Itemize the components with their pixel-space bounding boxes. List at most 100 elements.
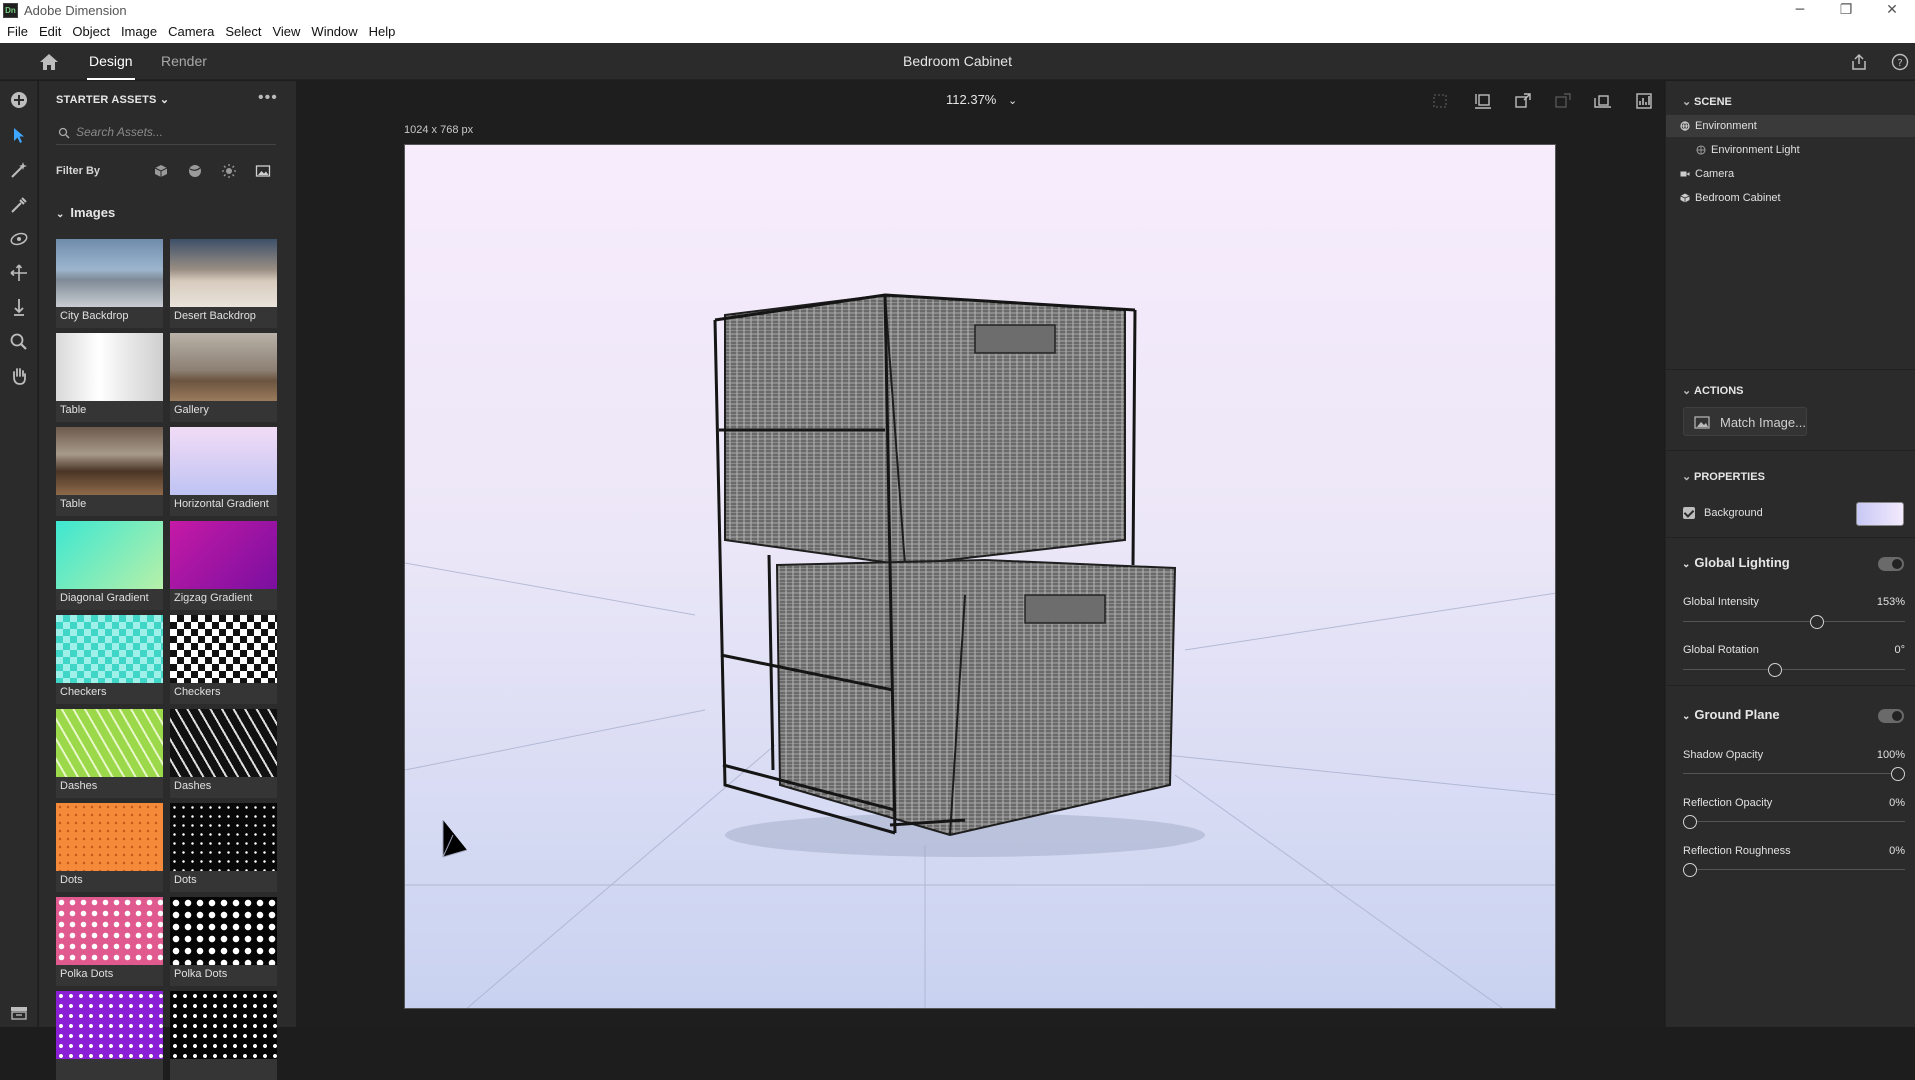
asset-tile[interactable]: Polka Dots [56,897,163,986]
add-icon[interactable] [8,89,30,111]
images-section-header[interactable]: ⌄ Images [56,205,115,220]
more-options-icon[interactable]: ••• [258,89,278,107]
drop-to-ground-icon[interactable] [1472,90,1494,112]
snap-to-ground-icon[interactable] [1592,90,1614,112]
scene-section-header[interactable]: ⌄ SCENE [1682,95,1732,108]
menu-edit[interactable]: Edit [39,22,68,43]
starter-assets-panel: STARTER ASSETS ⌄ ••• Search Assets... Fi… [39,81,331,1080]
menu-camera[interactable]: Camera [168,22,221,43]
asset-tile[interactable]: Gallery [170,333,277,422]
reflection-roughness-slider[interactable] [1683,863,1905,877]
zoom-level: 112.37% [946,92,997,107]
svg-text:?: ? [1897,58,1902,69]
home-icon[interactable] [38,52,60,72]
asset-tile[interactable]: Diagonal Gradient [56,521,163,610]
global-intensity-slider[interactable] [1683,615,1905,629]
menu-help[interactable]: Help [369,22,403,43]
asset-tile[interactable]: Checkers [56,615,163,704]
menu-image[interactable]: Image [121,22,164,43]
sample-tool-icon[interactable] [8,194,30,216]
global-lighting-header[interactable]: ⌄ Global Lighting [1682,555,1790,570]
asset-label: Polka Dots [60,968,114,980]
asset-tile[interactable]: Table [56,333,163,422]
asset-label: Checkers [60,686,107,698]
menu-window[interactable]: Window [311,22,364,43]
properties-section-header[interactable]: ⌄ PROPERTIES [1682,470,1765,483]
chevron-down-icon: ⌄ [1682,96,1692,108]
model-filter-icon[interactable] [153,163,169,179]
asset-tile[interactable] [56,991,163,1080]
close-button[interactable]: ✕ [1869,0,1915,22]
properties-title: PROPERTIES [1694,471,1765,483]
search-assets-field[interactable]: Search Assets... [56,121,276,145]
orbit-tool-icon[interactable] [8,228,30,250]
slider-knob[interactable] [1809,615,1824,629]
share-icon[interactable] [1849,52,1869,72]
scene-item-environment-light[interactable]: Environment Light [1666,139,1915,161]
panel-toggle-icon[interactable] [10,1006,28,1020]
asset-tile[interactable]: Desert Backdrop [170,239,277,328]
match-image-label: Match Image... [1720,415,1806,430]
chevron-down-icon: ⌄ [159,94,170,106]
magic-wand-icon[interactable] [8,159,30,181]
actions-section-header[interactable]: ⌄ ACTIONS [1682,384,1744,397]
shadow-opacity-slider[interactable] [1683,767,1905,781]
ground-plane-toggle[interactable] [1878,709,1904,723]
asset-tile[interactable]: Horizontal Gradient [170,427,277,516]
scene-item-camera[interactable]: Camera [1666,163,1915,185]
asset-tile[interactable]: City Backdrop [56,239,163,328]
minimize-button[interactable]: ─ [1777,0,1823,22]
global-lighting-toggle[interactable] [1878,557,1904,571]
distribute-icon[interactable] [1552,90,1574,112]
slider-knob[interactable] [1891,767,1905,781]
background-checkbox[interactable] [1683,507,1695,519]
scene-item-bedroom-cabinet[interactable]: Bedroom Cabinet [1666,187,1915,209]
menu-view[interactable]: View [272,22,307,43]
asset-tile[interactable]: Zigzag Gradient [170,521,277,610]
asset-tile[interactable]: Polka Dots [170,897,277,986]
asset-thumbnail [170,239,277,307]
scene-viewport[interactable] [404,144,1556,1009]
global-rotation-slider[interactable] [1683,663,1905,677]
asset-tile[interactable]: Dashes [170,709,277,798]
asset-tile[interactable]: Table [56,427,163,516]
background-color-swatch[interactable] [1856,502,1904,526]
reflection-opacity-slider[interactable] [1683,815,1905,829]
pan-camera-icon[interactable] [8,262,30,284]
material-filter-icon[interactable] [187,163,203,179]
asset-label: Table [60,404,87,416]
select-tool-icon[interactable] [8,124,30,146]
menu-select[interactable]: Select [225,22,268,43]
slider-knob[interactable] [1683,815,1697,829]
align-icon[interactable] [1512,90,1534,112]
asset-tile[interactable]: Checkers [170,615,277,704]
slider-knob[interactable] [1683,863,1697,877]
hand-icon[interactable] [8,365,30,387]
match-image-button[interactable]: Match Image... [1683,407,1807,436]
chevron-down-icon: ⌄ [1682,559,1691,570]
asset-tile[interactable]: Dots [170,803,277,892]
scene-item-environment[interactable]: Environment [1666,115,1915,137]
tab-design[interactable]: Design [87,53,135,80]
restore-button[interactable]: ❐ [1823,0,1869,22]
light-filter-icon[interactable] [221,163,237,179]
zoom-icon[interactable] [8,331,30,353]
image-filter-icon[interactable] [255,163,271,179]
asset-tile[interactable]: Dashes [56,709,163,798]
scene-item-label: Camera [1695,168,1735,180]
ground-plane-header[interactable]: ⌄ Ground Plane [1682,707,1780,722]
help-icon[interactable]: ? [1890,52,1910,72]
asset-tile[interactable]: Dots [56,803,163,892]
slider-knob[interactable] [1768,663,1783,677]
asset-tile[interactable] [170,991,277,1080]
asset-thumbnail [56,615,163,683]
asset-thumbnail [170,521,277,589]
frame-selection-icon[interactable] [1429,90,1451,112]
zoom-control[interactable]: 112.37% ⌄ [946,92,1017,107]
dolly-camera-icon[interactable] [8,296,30,318]
menu-file[interactable]: File [7,22,35,43]
canvas-size-icon[interactable] [1633,90,1655,112]
starter-assets-header[interactable]: STARTER ASSETS ⌄ [56,93,169,106]
menu-object[interactable]: Object [72,22,117,43]
tab-render[interactable]: Render [161,53,207,69]
